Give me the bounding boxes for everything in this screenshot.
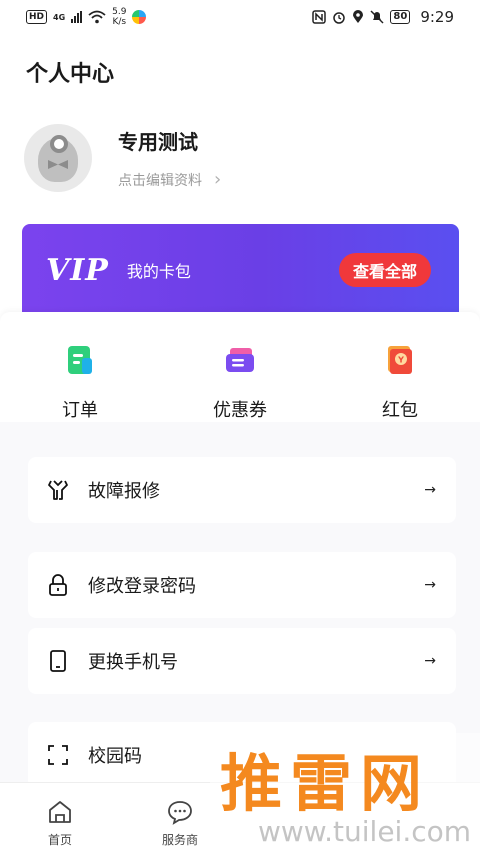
scan-code-icon [48,745,68,765]
red-packet-icon: Y [388,346,412,374]
watermark-url: www.tuilei.com [258,815,472,848]
arrow-right-icon: → [424,482,436,498]
menu-item-change-phone[interactable]: 更换手机号 → [28,628,456,694]
network-speed: 5.9 K/s [112,7,127,27]
username: 专用测试 [118,130,198,154]
quick-action-label: 订单 [62,400,98,421]
arrow-right-icon: → [424,653,436,669]
battery-icon: 80 [390,10,411,24]
network-type: 4G [53,12,66,22]
watermark: 推雷网 www.tuilei.com [210,733,480,853]
app-notification-icon [132,10,147,24]
menu-item-label: 修改登录密码 [88,576,196,597]
wrench-icon [48,480,68,500]
watermark-title: 推雷网 [220,747,431,820]
tab-label: 首页 [47,833,72,847]
chat-icon [168,801,192,825]
mute-icon [370,10,384,24]
quick-action-label: 红包 [382,400,418,421]
quick-actions-panel: 订单 优惠券 Y 红包 [0,312,480,422]
lock-icon [49,574,67,596]
order-icon [68,346,92,374]
alarm-icon [333,12,346,24]
hd-badge: HD [26,10,48,24]
vip-logo: VIP [46,252,109,288]
signal-icon [71,11,83,23]
clock: 9:29 [420,8,454,26]
coupon-icon [226,348,254,372]
tab-service-provider[interactable]: 服务商 [145,799,215,848]
vip-card-label: 我的卡包 [126,262,191,281]
chevron-right-icon: › [214,169,222,190]
phone-icon [50,650,66,672]
tab-label: 服务商 [161,833,198,847]
menu-item-label: 更换手机号 [88,652,178,673]
menu-item-repair[interactable]: 故障报修 → [28,457,456,523]
profile-header[interactable]: 专用测试 点击编辑资料 › [24,124,221,192]
edit-profile-label: 点击编辑资料 [118,172,202,189]
arrow-right-icon: → [424,577,436,593]
quick-action-red-packet[interactable]: Y 红包 [350,344,450,422]
quick-action-order[interactable]: 订单 [30,344,130,422]
quick-action-coupon[interactable]: 优惠券 [190,344,290,422]
home-icon [49,801,71,823]
location-icon [353,10,364,23]
page-title: 个人中心 [26,62,115,87]
wifi-icon [88,10,106,24]
menu-item-label: 校园码 [88,746,142,767]
menu-item-label: 故障报修 [88,481,160,502]
tab-home[interactable]: 首页 [25,799,95,848]
nfc-icon [312,10,327,24]
status-bar: HD 4G 5.9 K/s 80 9:29 [0,0,480,34]
menu-item-change-password[interactable]: 修改登录密码 → [28,552,456,618]
avatar[interactable] [24,124,92,192]
quick-action-label: 优惠券 [213,400,267,421]
edit-profile-link[interactable]: 点击编辑资料 › [118,169,221,190]
svg-text:Y: Y [397,356,404,365]
view-all-button[interactable]: 查看全部 [338,253,431,287]
